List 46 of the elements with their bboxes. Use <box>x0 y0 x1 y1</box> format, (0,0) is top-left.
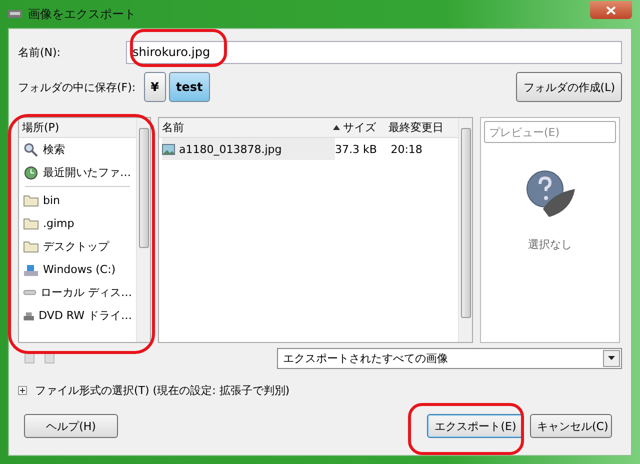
path-button[interactable]: test <box>168 72 210 102</box>
folder-icon <box>23 216 39 232</box>
field-label: 名前(N): <box>18 44 61 60</box>
file-type-expander[interactable]: ファイル形式の選択(T) (現在の設定: 拡張子で判別) <box>35 382 290 398</box>
file-filter-dropdown[interactable]: エクスポートされたすべての画像 <box>277 348 622 368</box>
place-item[interactable]: bin <box>19 189 136 212</box>
preview-header: プレビュー(E) <box>484 121 616 143</box>
place-item[interactable]: ローカル ディス… <box>19 281 136 304</box>
close-icon <box>606 6 616 14</box>
place-item[interactable]: .gimp <box>19 212 136 235</box>
search-icon <box>23 142 39 158</box>
name-field[interactable]: shirokuro.jpg <box>126 40 622 64</box>
scrollbar[interactable] <box>136 118 150 342</box>
window-title: 画像をエクスポート <box>28 6 136 22</box>
export-button[interactable]: エクスポート(E) <box>427 414 524 438</box>
place-item[interactable]: Windows (C:) <box>19 258 136 281</box>
places-header: 場所(P) <box>19 118 136 138</box>
column-header[interactable]: サイズ <box>333 120 388 135</box>
close-button[interactable] <box>590 1 632 19</box>
dropdown-arrow-icon <box>608 356 615 360</box>
scrollbar[interactable] <box>458 118 472 342</box>
field-label: フォルダの中に保存(F): <box>18 80 136 94</box>
folder-icon <box>23 192 39 208</box>
place-item[interactable]: 検索 <box>19 138 136 161</box>
drive-icon <box>23 289 36 296</box>
place-item[interactable]: デスクトップ <box>19 235 136 258</box>
remove-bookmark-icon <box>44 352 56 364</box>
sort-arrow-icon <box>333 125 340 130</box>
add-bookmark-icon <box>24 352 36 364</box>
folder-icon <box>23 238 39 254</box>
file-name-cell[interactable]: a1180_013878.jpg <box>162 138 335 160</box>
preview-status: 選択なし <box>528 237 572 252</box>
image-file-icon <box>162 144 175 154</box>
clock-icon <box>23 164 39 180</box>
file-date-cell-text: 20:18 <box>390 142 424 158</box>
column-header[interactable]: 名前 <box>162 120 334 135</box>
window-icon <box>8 9 22 19</box>
place-item[interactable]: DVD RW ドライ… <box>19 304 136 327</box>
create-folder-button[interactable]: フォルダの作成(L) <box>516 72 622 102</box>
help-button[interactable]: ヘルプ(H) <box>24 414 118 438</box>
file-size-cell-text: 37.3 kB <box>334 142 378 158</box>
place-item[interactable]: 最近開いたファ… <box>19 161 136 184</box>
path-button[interactable]: ¥ <box>144 72 166 102</box>
expand-icon[interactable] <box>18 386 27 394</box>
column-header[interactable]: 最終変更日 <box>388 120 455 135</box>
cancel-button[interactable]: キャンセル(C) <box>530 414 612 438</box>
